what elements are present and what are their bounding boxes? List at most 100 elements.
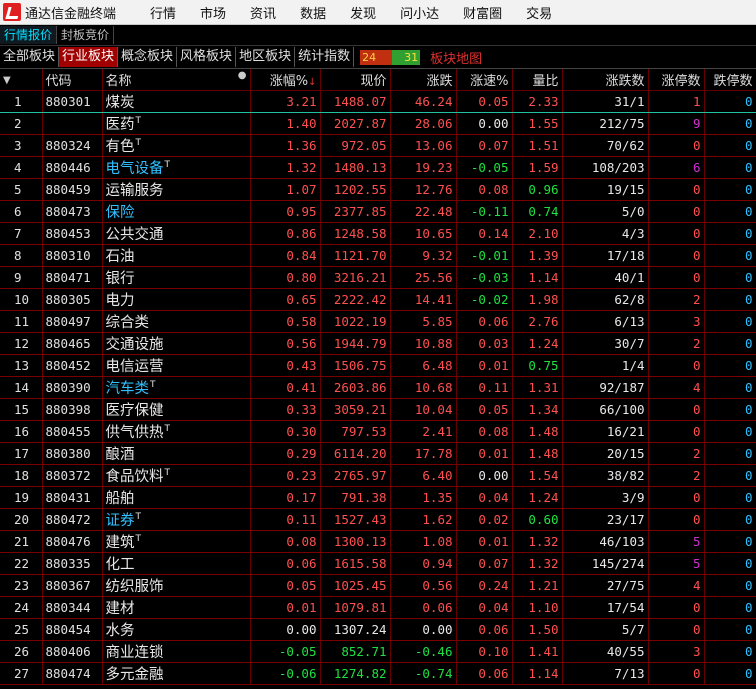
table-row[interactable]: 17 880380 酿酒 0.29 6114.20 17.78 0.01 1.48 20/15 2… xyxy=(0,442,756,465)
table-row[interactable]: 23 880367 纺织服饰 0.05 1025.45 0.56 0.24 1.21 27/75… xyxy=(0,574,756,597)
limit-down-count-value: 0 xyxy=(744,424,753,439)
table-row[interactable]: 27 880474 多元金融 -0.06 1274.82 -0.74 0.06 1.14 7/1… xyxy=(0,662,756,685)
header-limit-down[interactable]: 跌停数 xyxy=(704,69,756,91)
header-sort-menu[interactable]: ▼ xyxy=(0,69,43,91)
sector-code: 880446 xyxy=(42,156,103,179)
price-value: 1300.13 xyxy=(333,534,387,549)
table-row[interactable]: 16 880455 供气供热T 0.30 797.53 2.41 0.08 1.48 16/21… xyxy=(0,420,756,443)
header-up-down[interactable]: 涨跌数 xyxy=(562,69,649,91)
speed-value: 0.07 xyxy=(478,556,509,571)
header-speed[interactable]: 涨速% xyxy=(456,69,513,91)
up-down-count-value: 20/15 xyxy=(606,446,645,461)
volume-ratio-value: 1.50 xyxy=(528,622,559,637)
header-name[interactable]: 名称 ● xyxy=(102,69,251,91)
table-row[interactable]: 20 880472 证券T 0.11 1527.43 1.62 0.02 0.60 23/17 0… xyxy=(0,508,756,531)
pct-change: 0.56 xyxy=(250,332,321,355)
table-row[interactable]: 22 880335 化工 0.06 1615.58 0.94 0.07 1.32 145/274… xyxy=(0,552,756,575)
row-index: 26 xyxy=(0,640,43,663)
row-index-value: 22 xyxy=(14,556,30,571)
table-row[interactable]: 25 880454 水务 0.00 1307.24 0.00 0.06 1.50 5/7 0 0 xyxy=(0,618,756,641)
row-index: 22 xyxy=(0,552,43,575)
sector-code-value: 880305 xyxy=(45,292,91,307)
sector-code: 880471 xyxy=(42,266,103,289)
table-row[interactable]: 26 880406 商业连锁 -0.05 852.71 -0.46 0.10 1.41 40/5… xyxy=(0,640,756,663)
price-value: 972.05 xyxy=(341,138,387,153)
table-row[interactable]: 4 880446 电气设备T 1.32 1480.13 19.23 -0.05 1.59 108… xyxy=(0,156,756,179)
tab-stat-index[interactable]: 统计指数 xyxy=(295,47,355,67)
header-limit-up[interactable]: 涨停数 xyxy=(648,69,705,91)
menu-discover[interactable]: 发现 xyxy=(350,3,376,22)
sector-name: 酿酒 xyxy=(102,442,251,465)
limit-down-count-value: 0 xyxy=(744,270,753,285)
table-row[interactable]: 24 880344 建材 0.01 1079.81 0.06 0.04 1.10 17/54 0 0 xyxy=(0,596,756,619)
table-row[interactable]: 8 880310 石油 0.84 1121.70 9.32 -0.01 1.39 17/18 0 0 xyxy=(0,244,756,267)
sector-code: 880455 xyxy=(42,420,103,443)
volume-ratio-value: 2.33 xyxy=(528,94,559,109)
limit-up-count: 2 xyxy=(648,442,705,465)
table-row[interactable]: 19 880431 船舶 0.17 791.38 1.35 0.04 1.24 3/9 0 0 xyxy=(0,486,756,509)
table-row[interactable]: 5 880459 运输服务 1.07 1202.55 12.76 0.08 0.96 19/15… xyxy=(0,178,756,201)
tab-industry-sectors[interactable]: 行业板块 xyxy=(59,47,119,67)
pct-change-value: 0.95 xyxy=(286,204,317,219)
tab-limit-auction[interactable]: 封板竞价 xyxy=(57,26,115,44)
table-row[interactable]: 3 880324 有色T 1.36 972.05 13.06 0.07 1.51 70/62 0 0 xyxy=(0,134,756,157)
menu-trade[interactable]: 交易 xyxy=(526,3,552,22)
sector-name-value: 公共交通 xyxy=(105,227,164,243)
row-index-value: 27 xyxy=(14,666,30,681)
header-volume-ratio[interactable]: 量比 xyxy=(512,69,563,91)
tab-all-sectors[interactable]: 全部板块 xyxy=(0,47,60,67)
menu-wealth-circle[interactable]: 财富圈 xyxy=(463,3,502,22)
up-down-count-value: 66/100 xyxy=(599,402,645,417)
speed-value: 0.08 xyxy=(478,182,509,197)
sector-name: 证券T xyxy=(102,508,251,531)
limit-down-count: 0 xyxy=(704,222,756,245)
up-down-count: 4/3 xyxy=(562,222,649,245)
header-price[interactable]: 现价 xyxy=(320,69,391,91)
tab-concept-sectors[interactable]: 概念板块 xyxy=(118,47,178,67)
header-change[interactable]: 涨跌 xyxy=(390,69,457,91)
price: 1202.55 xyxy=(320,178,391,201)
sector-name-value: 商业连锁 xyxy=(105,645,164,661)
price-value: 3216.21 xyxy=(333,270,387,285)
sector-code-value: 880472 xyxy=(45,512,91,527)
menu-ask-xiaoda[interactable]: 问小达 xyxy=(400,3,439,22)
table-row[interactable]: 15 880398 医疗保健 0.33 3059.21 10.04 0.05 1.34 66/1… xyxy=(0,398,756,421)
sector-code-value: 880431 xyxy=(45,490,91,505)
menu-quotes[interactable]: 行情 xyxy=(150,3,176,22)
table-row[interactable]: 6 880473 保险 0.95 2377.85 22.48 -0.11 0.74 5/0 0 0 xyxy=(0,200,756,223)
speed: 0.04 xyxy=(456,596,513,619)
table-row[interactable]: 13 880452 电信运营 0.43 1506.75 6.48 0.01 0.75 1/4 0 0 xyxy=(0,354,756,377)
table-row[interactable]: 11 880497 综合类 0.58 1022.19 5.85 0.06 2.76 6/13 3 0 xyxy=(0,310,756,333)
tab-quotes[interactable]: 行情报价 xyxy=(0,26,58,44)
table-row[interactable]: 1 880301 煤炭 3.21 1488.07 46.24 0.05 2.33 31/1 1 0 xyxy=(0,90,756,113)
table-row[interactable]: 7 880453 公共交通 0.86 1248.58 10.65 0.14 2.10 4/3 0 0 xyxy=(0,222,756,245)
table-row[interactable]: 2 医药T 1.40 2027.87 28.06 0.00 1.55 212/75 9 0 xyxy=(0,112,756,135)
tab-style-sectors[interactable]: 风格板块 xyxy=(177,47,237,67)
table-row[interactable]: 18 880372 食品饮料T 0.23 2765.97 6.40 0.00 1.54 38/8… xyxy=(0,464,756,487)
limit-down-count-value: 0 xyxy=(744,248,753,263)
change: 25.56 xyxy=(390,266,457,289)
change-value: 13.06 xyxy=(414,138,453,153)
sector-code: 880406 xyxy=(42,640,103,663)
table-row[interactable]: 10 880305 电力 0.65 2222.42 14.41 -0.02 1.98 62/8 2… xyxy=(0,288,756,311)
header-pct-change[interactable]: 涨幅%↓ xyxy=(250,69,321,91)
table-row[interactable]: 9 880471 银行 0.80 3216.21 25.56 -0.03 1.14 40/1 0 0 xyxy=(0,266,756,289)
up-down-count-value: 38/82 xyxy=(606,468,645,483)
table-row[interactable]: 14 880390 汽车类T 0.41 2603.86 10.68 0.11 1.31 92/1… xyxy=(0,376,756,399)
menu-data[interactable]: 数据 xyxy=(300,3,326,22)
menu-news[interactable]: 资讯 xyxy=(250,3,276,22)
header-code[interactable]: 代码 xyxy=(42,69,103,91)
table-row[interactable]: 12 880465 交通设施 0.56 1944.79 10.88 0.03 1.24 30/7… xyxy=(0,332,756,355)
sector-code: 880367 xyxy=(42,574,103,597)
limit-up-count: 0 xyxy=(648,662,705,685)
tab-region-sectors[interactable]: 地区板块 xyxy=(236,47,296,67)
sector-map-button[interactable]: 板块地图 xyxy=(430,48,482,67)
sector-name-value: 医疗保健 xyxy=(105,403,164,419)
speed: 0.01 xyxy=(456,354,513,377)
price-value: 3059.21 xyxy=(333,402,387,417)
column-options-icon[interactable]: ● xyxy=(238,70,247,81)
menu-market[interactable]: 市场 xyxy=(200,3,226,22)
sector-code-value: 880452 xyxy=(45,358,91,373)
table-row[interactable]: 21 880476 建筑T 0.08 1300.13 1.08 0.01 1.32 46/103… xyxy=(0,530,756,553)
change-value: 2.41 xyxy=(422,424,453,439)
